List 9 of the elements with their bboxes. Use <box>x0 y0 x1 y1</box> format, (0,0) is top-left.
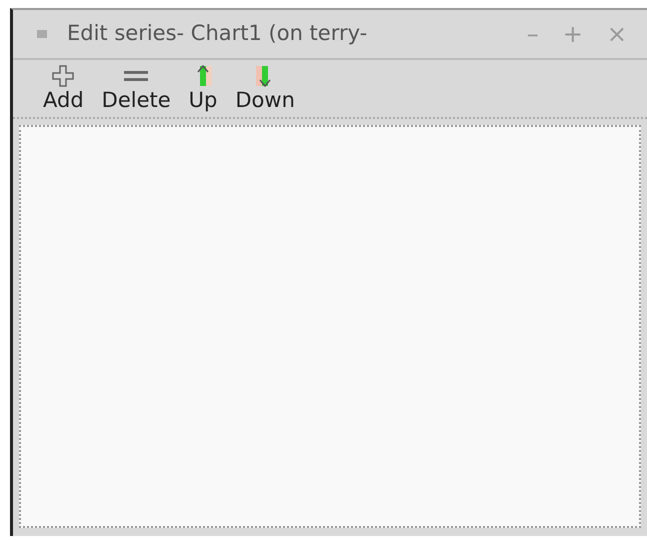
window-menu-icon[interactable] <box>35 28 49 40</box>
add-button[interactable]: Add <box>41 64 86 114</box>
up-button[interactable]: Up <box>186 64 220 114</box>
plus-icon <box>51 64 76 88</box>
window-title: Edit series- Chart1 (on terry- <box>67 20 368 48</box>
down-button[interactable]: Down <box>233 64 297 114</box>
delete-button[interactable]: Delete <box>100 64 173 114</box>
minus-icon <box>124 71 148 81</box>
series-list[interactable] <box>19 125 641 528</box>
